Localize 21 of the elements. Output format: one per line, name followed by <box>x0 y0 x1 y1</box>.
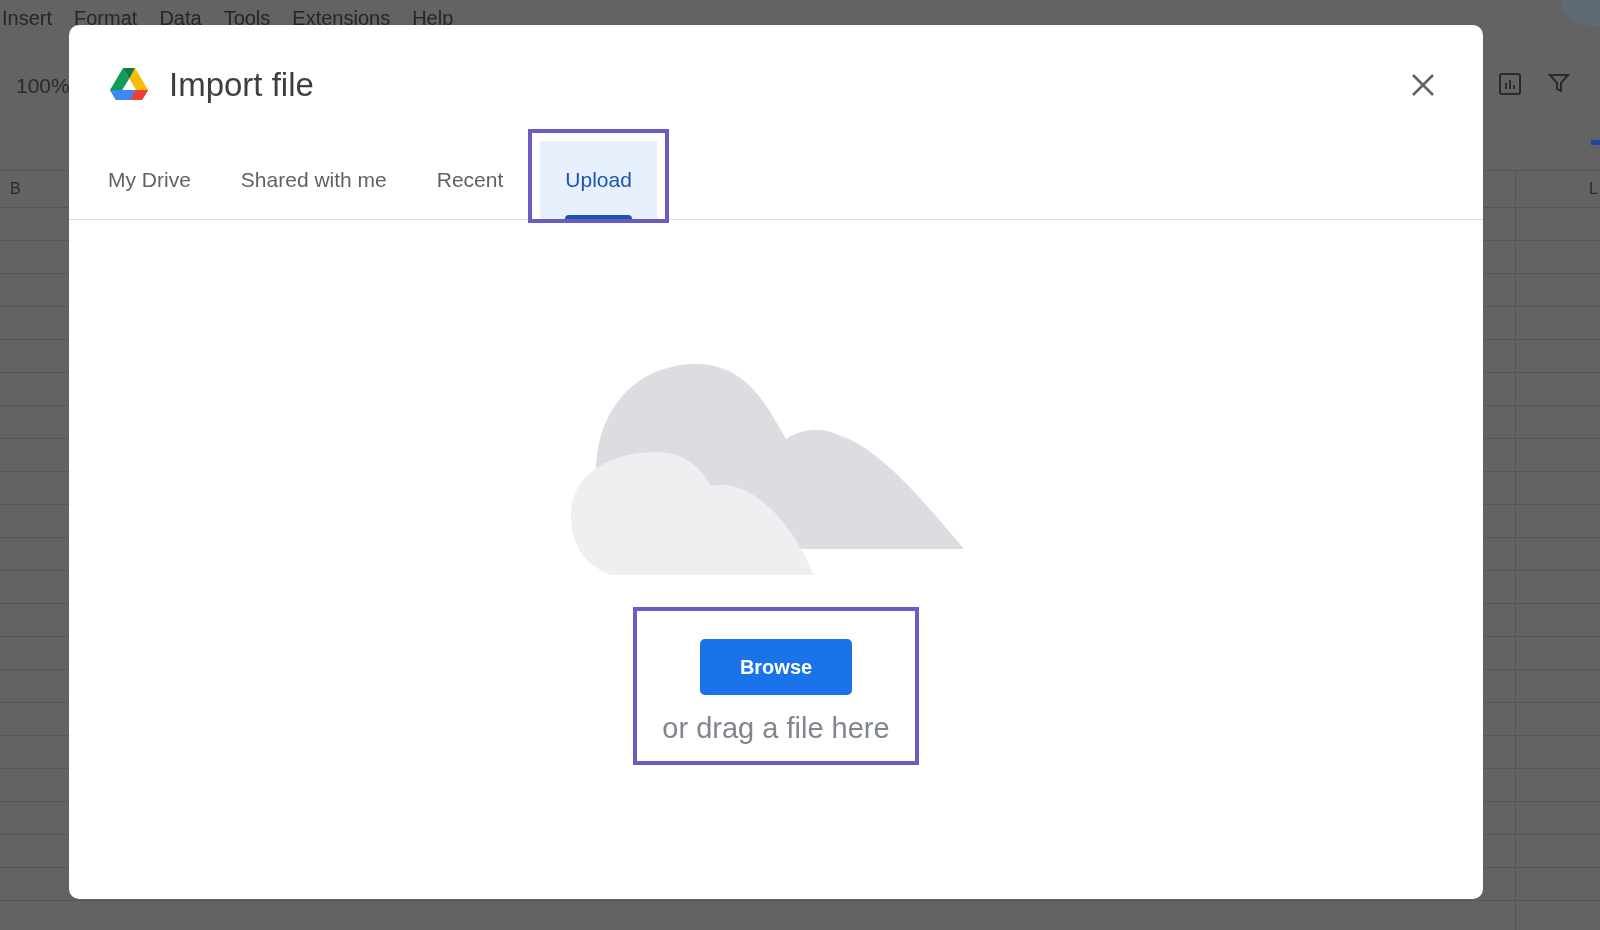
filter-icon[interactable] <box>1548 72 1570 94</box>
menu-item[interactable]: Tools <box>223 8 271 28</box>
menu-item[interactable]: Format <box>74 8 138 28</box>
menu-item[interactable]: Data <box>159 8 202 28</box>
tab[interactable]: My Drive <box>83 141 216 219</box>
column-header: B <box>9 179 21 199</box>
drop-hint: or drag a file here <box>662 711 890 746</box>
close-icon <box>1411 73 1435 97</box>
menu-item[interactable]: Help <box>412 8 454 28</box>
tab[interactable]: Shared with me <box>215 141 412 219</box>
menu-item[interactable]: Insert <box>2 8 53 28</box>
column-header: L <box>1589 179 1598 199</box>
dialog-title: Import file <box>169 65 314 106</box>
sheet-tab-indicator <box>1591 140 1600 145</box>
browse-button[interactable]: Browse <box>700 639 852 695</box>
zoom-level[interactable]: 100% <box>16 70 70 102</box>
drive-logo-icon <box>109 67 149 103</box>
menu-item[interactable]: Extensions <box>292 8 391 28</box>
tab[interactable]: Upload <box>540 141 657 219</box>
chart-icon[interactable] <box>1498 72 1522 96</box>
tab[interactable]: Recent <box>411 141 529 219</box>
